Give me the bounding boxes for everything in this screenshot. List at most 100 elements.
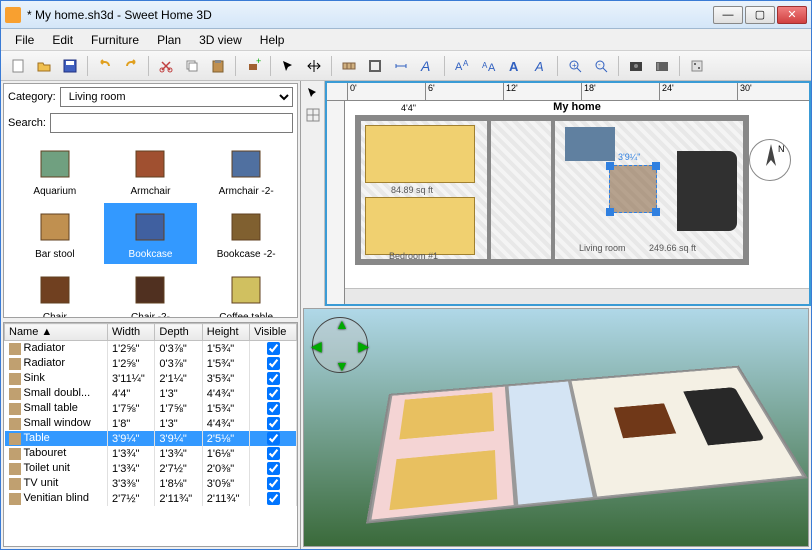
3d-view[interactable]: ▲ ▼ ◀ ▶ [303,308,809,547]
furniture-icon [9,463,21,475]
nav-up-icon[interactable]: ▲ [335,316,349,332]
visible-checkbox[interactable] [267,342,280,355]
plan-view[interactable]: 0'6'12'18'24'30' My home 84.89 sq ft Bed… [325,81,811,306]
furniture-icon [9,403,21,415]
table-header[interactable]: Name ▲ [5,324,108,341]
menubar: File Edit Furniture Plan 3D view Help [1,29,811,51]
visible-checkbox[interactable] [267,462,280,475]
text-size-minus-icon[interactable]: AA [477,55,499,77]
maximize-button[interactable]: ▢ [745,6,775,24]
select-icon[interactable] [277,55,299,77]
svg-text:+: + [256,58,261,66]
hallway [495,121,555,259]
catalog-item[interactable]: Coffee table [199,266,293,317]
category-select[interactable]: Living room [60,87,293,107]
visible-checkbox[interactable] [267,372,280,385]
catalog-item[interactable]: Chair [8,266,102,317]
menu-edit[interactable]: Edit [44,31,81,49]
menu-help[interactable]: Help [252,31,293,49]
table-row[interactable]: Venitian blind2'7½"2'11¾"2'11¾" [5,491,297,506]
room-icon[interactable] [364,55,386,77]
table-row[interactable]: Radiator1'2⅝"0'3⅞"1'5¾" [5,356,297,371]
selected-table[interactable]: 3'9¼" [609,165,657,213]
preferences-icon[interactable] [686,55,708,77]
catalog-grid[interactable]: AquariumArmchairArmchair -2-Bar stoolBoo… [4,136,297,317]
ruler-tick: 0' [347,83,357,101]
open-icon[interactable] [33,55,55,77]
table-header[interactable]: Height [202,324,249,341]
search-label: Search: [8,117,46,129]
zoom-out-icon[interactable]: - [590,55,612,77]
catalog-item[interactable]: Bar stool [8,203,102,264]
catalog-thumb [221,144,271,184]
catalog-thumb [221,207,271,247]
minimize-button[interactable]: — [713,6,743,24]
paste-icon[interactable] [207,55,229,77]
close-button[interactable]: ✕ [777,6,807,24]
table-header[interactable]: Width [108,324,155,341]
compass-icon[interactable]: N [749,139,791,181]
visible-checkbox[interactable] [267,417,280,430]
catalog-item[interactable]: Bookcase -2- [199,203,293,264]
visible-checkbox[interactable] [267,387,280,400]
catalog-item[interactable]: Chair -2- [104,266,198,317]
plan-select-icon[interactable] [303,83,323,103]
nav-right-icon[interactable]: ▶ [358,338,369,355]
italic-icon[interactable]: A [529,55,551,77]
visible-checkbox[interactable] [267,357,280,370]
visible-checkbox[interactable] [267,447,280,460]
pan-icon[interactable] [303,55,325,77]
plan-scrollbar-h[interactable] [345,288,809,304]
table-row[interactable]: Small doubl...4'4"1'3"4'4¾" [5,386,297,401]
plan-grid-icon[interactable] [303,105,323,125]
visible-checkbox[interactable] [267,477,280,490]
text-size-plus-icon[interactable]: AA [451,55,473,77]
bold-icon[interactable]: A [503,55,525,77]
cut-icon[interactable] [155,55,177,77]
svg-text:N: N [778,144,785,154]
undo-icon[interactable] [94,55,116,77]
nav-pad[interactable]: ▲ ▼ ◀ ▶ [312,317,368,373]
visible-checkbox[interactable] [267,402,280,415]
video-icon[interactable] [651,55,673,77]
save-icon[interactable] [59,55,81,77]
table-row[interactable]: Tabouret1'3¾"1'3¾"1'6⅛" [5,446,297,461]
table-row[interactable]: TV unit3'3⅜"1'8⅛"3'0⅝" [5,476,297,491]
redo-icon[interactable] [120,55,142,77]
catalog-item[interactable]: Bookcase [104,203,198,264]
table-header[interactable]: Visible [250,324,297,341]
nav-down-icon[interactable]: ▼ [335,358,349,374]
table-row[interactable]: Table3'9¼"3'9¼"2'5⅛" [5,431,297,446]
table-row[interactable]: Sink3'11¼"2'1¼"3'5¾" [5,371,297,386]
add-furniture-icon[interactable]: + [242,55,264,77]
furniture-icon [9,388,21,400]
svg-text:A: A [420,58,430,74]
zoom-in-icon[interactable]: + [564,55,586,77]
menu-furniture[interactable]: Furniture [83,31,147,49]
nav-left-icon[interactable]: ◀ [311,338,322,355]
catalog-caption: Chair [43,312,67,317]
app-icon [5,7,21,23]
photo-icon[interactable] [625,55,647,77]
table-header[interactable]: Depth [155,324,202,341]
catalog-item[interactable]: Aquarium [8,140,102,201]
search-input[interactable] [50,113,293,133]
new-icon[interactable] [7,55,29,77]
ruler-tick: 30' [737,83,752,101]
visible-checkbox[interactable] [267,432,280,445]
menu-3dview[interactable]: 3D view [191,31,250,49]
wall-icon[interactable] [338,55,360,77]
table-row[interactable]: Radiator1'2⅝"0'3⅞"1'5¾" [5,341,297,357]
catalog-item[interactable]: Armchair [104,140,198,201]
dimension-icon[interactable] [390,55,412,77]
visible-checkbox[interactable] [267,492,280,505]
menu-plan[interactable]: Plan [149,31,189,49]
table-row[interactable]: Toilet unit1'3¾"2'7½"2'0⅜" [5,461,297,476]
table-row[interactable]: Small window1'8"1'3"4'4¾" [5,416,297,431]
catalog-item[interactable]: Armchair -2- [199,140,293,201]
copy-icon[interactable] [181,55,203,77]
text-icon[interactable]: A [416,55,438,77]
svg-text:A: A [534,59,544,74]
menu-file[interactable]: File [7,31,42,49]
table-row[interactable]: Small table1'7⅝"1'7⅝"1'5¾" [5,401,297,416]
